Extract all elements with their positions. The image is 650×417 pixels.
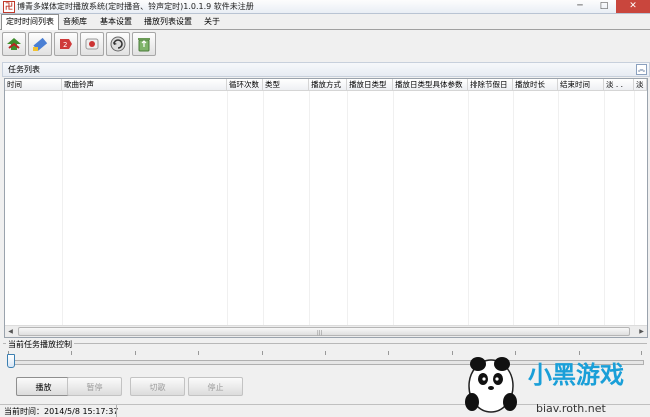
column-header-day-params[interactable]: 播放日类型具体参数: [393, 79, 468, 90]
watermark-url-text: biav.roth.net: [536, 402, 606, 415]
tab-about[interactable]: 关于: [200, 15, 224, 28]
column-header-song[interactable]: 歌曲铃声: [62, 79, 227, 90]
refresh-icon: [110, 36, 126, 52]
tab-audio-library[interactable]: 音频库: [59, 15, 91, 28]
maximize-button[interactable]: □: [592, 0, 616, 13]
recycle-bin-icon: [138, 38, 150, 52]
minimize-button[interactable]: ─: [568, 0, 592, 13]
tab-playlist-settings[interactable]: 播放列表设置: [140, 15, 196, 28]
watermark-brand-text: 小黑游戏: [528, 361, 624, 389]
column-header-type[interactable]: 类型: [263, 79, 309, 90]
collapse-button[interactable]: ︽: [636, 64, 647, 75]
playback-control-title: 当前任务播放控制: [6, 339, 74, 350]
window-title: 博青多媒体定时播放系统(定时播音、铃声定时)1.0.1.9 软件未注册: [17, 2, 254, 11]
column-header-end-time[interactable]: 结束时间: [558, 79, 604, 90]
scroll-grip: |||: [317, 330, 323, 336]
column-header-fade-in[interactable]: 淡 . .: [604, 79, 634, 90]
column-header-loop-count[interactable]: 循环次数: [227, 79, 263, 90]
progress-slider-thumb[interactable]: [7, 354, 15, 368]
toolbar: 2: [2, 32, 156, 60]
column-header-exclude-holidays[interactable]: 排除节假日: [468, 79, 513, 90]
play-button[interactable]: 播放: [16, 377, 71, 396]
edit-task-button[interactable]: [28, 32, 52, 56]
tab-bar: 定时时间列表 音频库 基本设置 播放列表设置 关于: [0, 14, 650, 30]
scroll-left-icon[interactable]: ◀: [5, 326, 16, 337]
task-list-title: 任务列表: [8, 65, 40, 74]
speaker-button[interactable]: [80, 32, 104, 56]
next-song-button[interactable]: 切歌: [130, 377, 185, 396]
table-header: 时间 歌曲铃声 循环次数 类型 播放方式 播放日类型 播放日类型具体参数 排除节…: [5, 79, 647, 91]
close-button[interactable]: ✕: [616, 0, 650, 13]
column-header-day-type[interactable]: 播放日类型: [347, 79, 393, 90]
scroll-right-icon[interactable]: ▶: [636, 326, 647, 337]
title-bar: 卍 博青多媒体定时播放系统(定时播音、铃声定时)1.0.1.9 软件未注册 ─ …: [0, 0, 650, 14]
column-header-time[interactable]: 时间: [5, 79, 62, 90]
task-list-header: 任务列表 ︽: [2, 62, 650, 77]
task-table[interactable]: 时间 歌曲铃声 循环次数 类型 播放方式 播放日类型 播放日类型具体参数 排除节…: [4, 78, 648, 338]
scroll-thumb[interactable]: |||: [18, 327, 630, 336]
refresh-button[interactable]: [106, 32, 130, 56]
tab-schedule-list[interactable]: 定时时间列表: [1, 14, 59, 30]
speaker-icon: [85, 38, 99, 50]
column-header-fade-out[interactable]: 淡: [634, 79, 647, 90]
current-time-text: 当前时间：2014/5/8 15:17:37: [4, 407, 119, 416]
copy-task-icon: 2: [60, 39, 72, 49]
column-header-play-mode[interactable]: 播放方式: [309, 79, 347, 90]
add-task-button[interactable]: [2, 32, 26, 56]
watermark-logo: 小黑游戏 biav.roth.net: [465, 357, 624, 415]
pause-button[interactable]: 暂停: [67, 377, 122, 396]
delete-button[interactable]: [132, 32, 156, 56]
svg-text:2: 2: [63, 41, 67, 49]
copy-task-button[interactable]: 2: [54, 32, 78, 56]
stop-button[interactable]: 停止: [188, 377, 243, 396]
edit-task-icon: [33, 37, 48, 51]
add-task-icon: [7, 38, 21, 50]
app-icon: 卍: [3, 1, 15, 13]
tab-basic-settings[interactable]: 基本设置: [96, 15, 136, 28]
horizontal-scrollbar[interactable]: ◀ ||| ▶: [5, 325, 647, 337]
column-header-duration[interactable]: 播放时长: [513, 79, 558, 90]
